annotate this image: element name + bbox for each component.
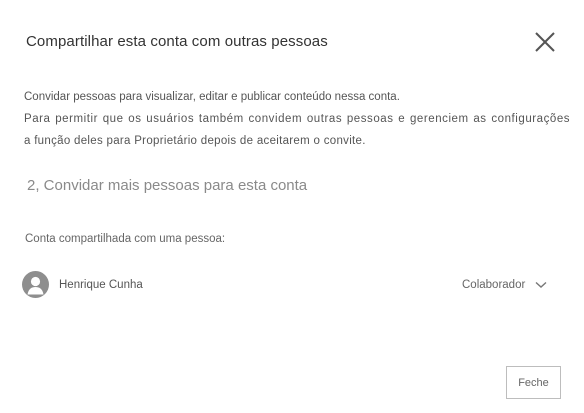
close-icon [535,32,555,52]
description-line-1: Convidar pessoas para visualizar, editar… [24,91,400,103]
role-dropdown[interactable]: Colaborador [462,275,547,295]
chevron-down-icon [535,281,547,288]
shared-person-row: Henrique Cunha Colaborador [22,271,562,299]
description-line-3: a função deles para Proprietário depois … [24,135,366,147]
share-account-dialog: Compartilhar esta conta com outras pesso… [0,0,584,413]
avatar [22,271,49,298]
person-name: Henrique Cunha [59,279,143,291]
close-dialog-button[interactable]: Feche [506,366,561,399]
shared-with-label: Conta compartilhada com uma pessoa: [25,233,226,245]
close-button[interactable] [533,30,557,54]
dialog-title: Compartilhar esta conta com outras pesso… [26,33,328,50]
description-line-2: Para permitir que os usuários também con… [24,113,571,125]
invite-more-people-heading[interactable]: 2, Convidar mais pessoas para esta conta [27,177,307,194]
dialog-description: Convidar pessoas para visualizar, editar… [24,86,580,152]
person-icon [27,276,44,295]
role-dropdown-value: Colaborador [462,279,526,291]
